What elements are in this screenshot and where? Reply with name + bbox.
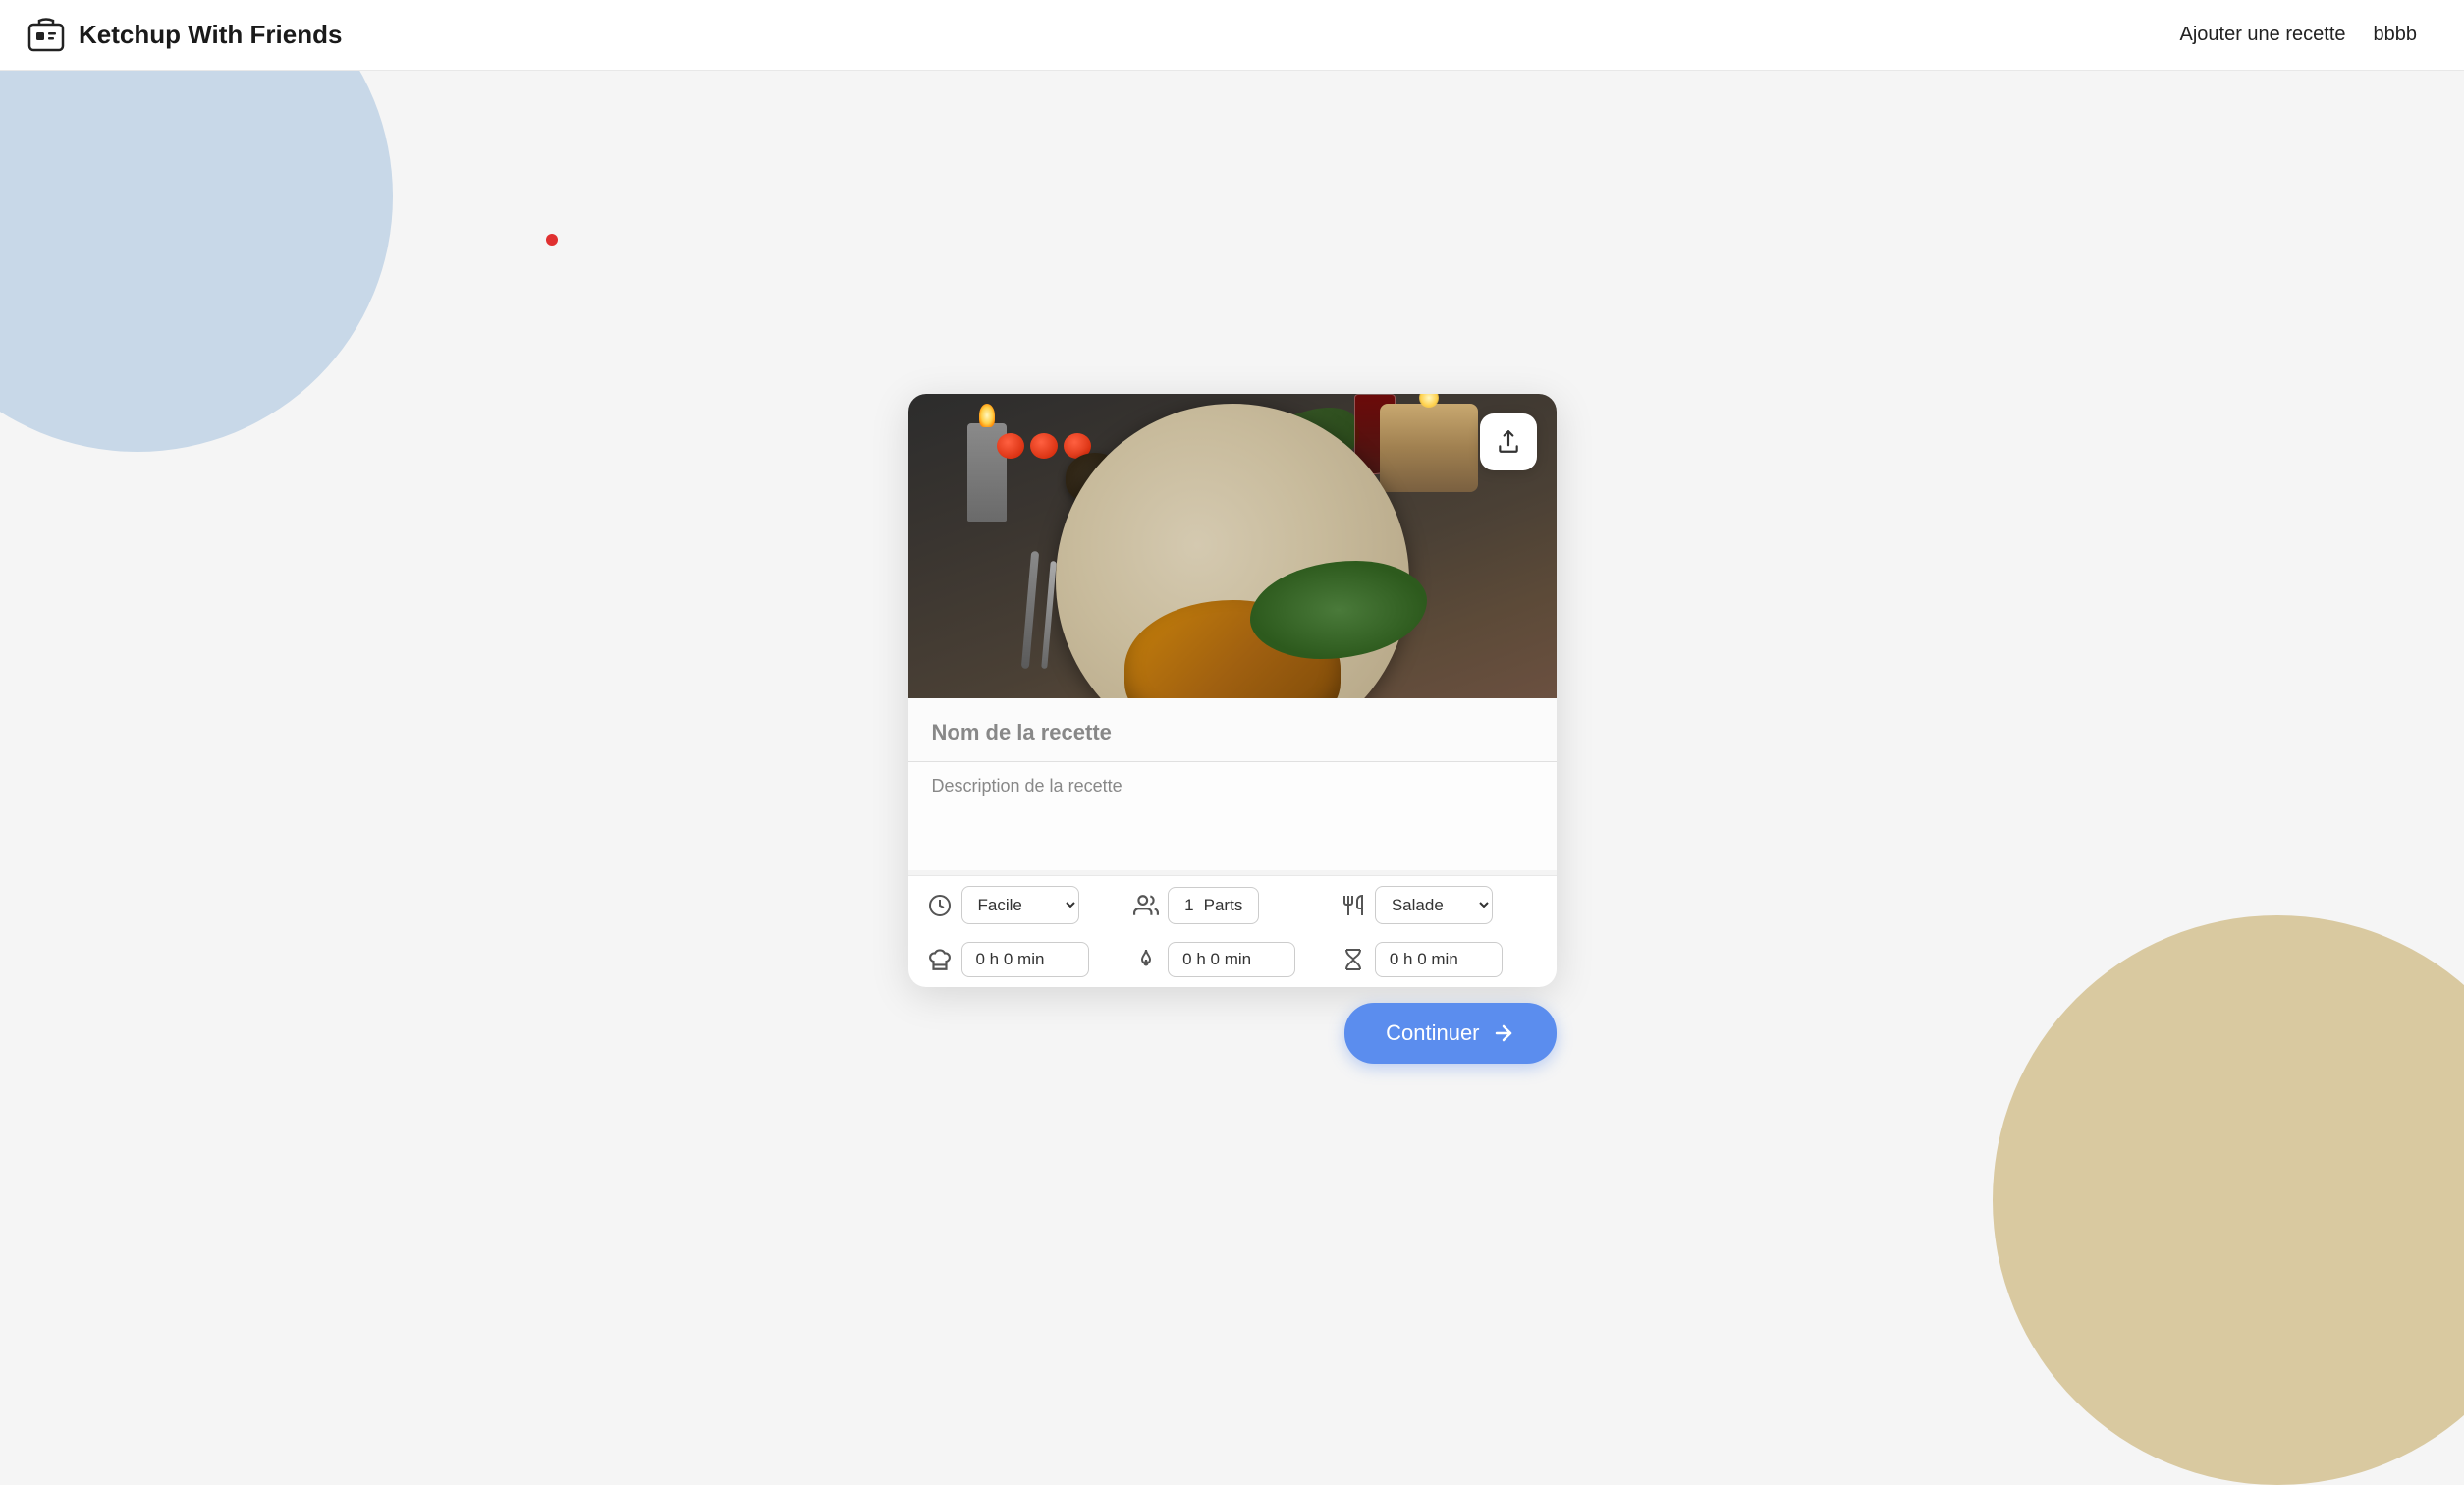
food-scene [908,394,1557,698]
recipe-card: Facile Moyen Difficile [908,394,1557,987]
card-wrapper: Facile Moyen Difficile [908,394,1557,1064]
tomato-2 [1030,433,1058,459]
logo-icon [27,17,65,54]
share-icon [1496,429,1521,455]
people-icon [1132,892,1160,919]
recipe-name-input[interactable] [908,698,1557,762]
continue-button-container: Continuer [1344,987,1556,1064]
cook-time-group: 0 h 0 min [1132,942,1332,977]
time-row: 0 h 0 min 0 h 0 min [908,934,1557,987]
category-icon [1340,892,1367,919]
candle-right [1380,404,1478,492]
hourglass-icon [1340,946,1367,973]
total-time-group: 0 h 0 min [1340,942,1539,977]
total-time-value: 0 h 0 min [1390,950,1458,969]
tomato-group [997,433,1091,459]
total-time-display[interactable]: 0 h 0 min [1375,942,1503,977]
app-title: Ketchup With Friends [79,20,342,50]
parts-display: 1 Parts [1168,887,1259,924]
main-content: Facile Moyen Difficile [0,71,2464,1387]
recipe-description-input[interactable] [908,762,1557,870]
add-recipe-link[interactable]: Ajouter une recette [2180,24,2346,46]
chef-hat-icon [926,946,954,973]
header-left: Ketchup With Friends [27,17,342,54]
category-select[interactable]: Salade Plat Dessert Entrée Soupe [1375,886,1493,924]
header-right: Ajouter une recette bbbb [2180,24,2418,46]
prep-time-display[interactable]: 0 h 0 min [961,942,1089,977]
prep-time-value: 0 h 0 min [976,950,1045,969]
category-group: Salade Plat Dessert Entrée Soupe [1340,886,1539,924]
controls-row-1: Facile Moyen Difficile [908,875,1557,934]
tomato-1 [997,433,1024,459]
user-name: bbbb [2374,24,2418,46]
continue-button[interactable]: Continuer [1344,1003,1556,1064]
flame-icon [1132,946,1160,973]
header: Ketchup With Friends Ajouter une recette… [0,0,2464,71]
difficulty-group: Facile Moyen Difficile [926,886,1125,924]
recipe-image-container [908,394,1557,698]
continue-label: Continuer [1386,1020,1479,1046]
share-button[interactable] [1480,413,1537,470]
prep-time-group: 0 h 0 min [926,942,1125,977]
cook-time-value: 0 h 0 min [1182,950,1251,969]
parts-value: 1 [1184,896,1193,915]
cook-time-display[interactable]: 0 h 0 min [1168,942,1295,977]
difficulty-select[interactable]: Facile Moyen Difficile [961,886,1079,924]
difficulty-icon [926,892,954,919]
parts-group: 1 Parts [1132,887,1332,924]
parts-label: Parts [1204,896,1243,915]
arrow-right-icon [1492,1021,1515,1045]
